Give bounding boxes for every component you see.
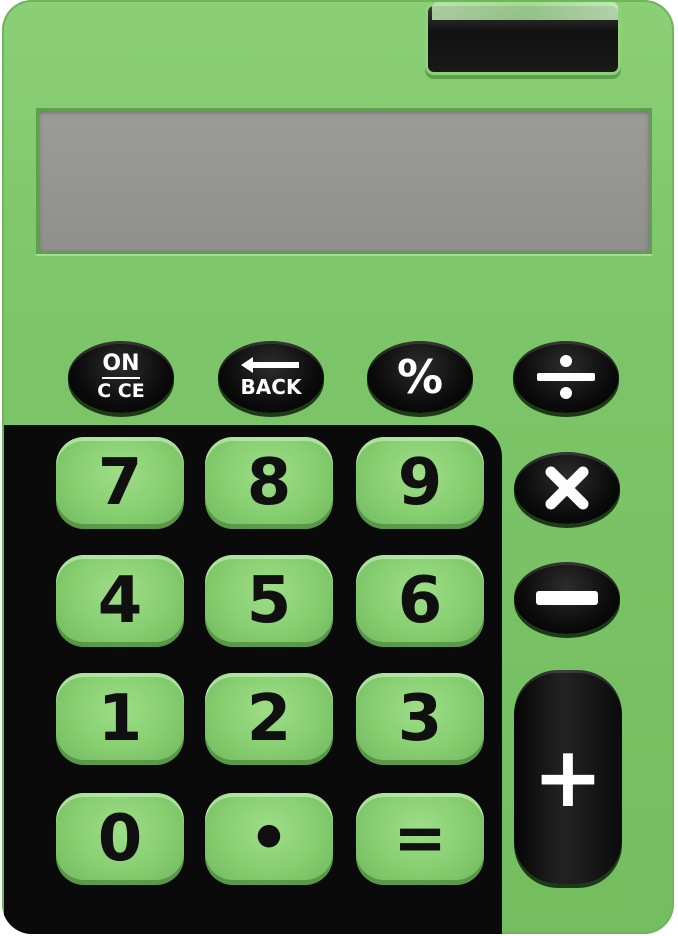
clear-label: C CE: [97, 380, 145, 402]
on-clear-button[interactable]: ON C CE: [68, 341, 174, 413]
plus-label: +: [532, 728, 604, 826]
on-label: ON: [102, 353, 140, 379]
digit-8-button[interactable]: 8: [205, 437, 333, 529]
digit-7-button[interactable]: 7: [56, 437, 184, 529]
decimal-point-button[interactable]: •: [205, 793, 333, 885]
digit-2-button[interactable]: 2: [205, 673, 333, 765]
left-arrow-icon: [241, 357, 299, 373]
digit-label: 3: [397, 682, 443, 756]
digit-4-button[interactable]: 4: [56, 555, 184, 647]
digit-3-button[interactable]: 3: [356, 673, 484, 765]
divide-button[interactable]: [513, 341, 619, 413]
digit-9-button[interactable]: 9: [356, 437, 484, 529]
digit-label: 4: [97, 564, 143, 638]
digit-5-button[interactable]: 5: [205, 555, 333, 647]
digit-label: 9: [397, 446, 443, 520]
display-screen: [36, 108, 652, 254]
digit-label: 8: [246, 446, 292, 520]
equals-label: =: [393, 802, 447, 876]
equals-button[interactable]: =: [356, 793, 484, 885]
digit-label: 5: [246, 564, 292, 638]
decimal-label: •: [248, 802, 290, 876]
plus-button[interactable]: +: [514, 670, 622, 884]
digit-label: 6: [397, 564, 443, 638]
digit-label: 2: [246, 682, 292, 756]
digit-label: 0: [97, 802, 143, 876]
multiply-button[interactable]: [514, 452, 620, 524]
back-button[interactable]: BACK: [218, 341, 324, 413]
back-label: BACK: [240, 375, 302, 399]
digit-0-button[interactable]: 0: [56, 793, 184, 885]
minus-button[interactable]: [514, 562, 620, 634]
minus-icon: [536, 591, 598, 605]
digit-1-button[interactable]: 1: [56, 673, 184, 765]
solar-panel-highlight: [432, 2, 618, 20]
percent-button[interactable]: %: [367, 341, 473, 413]
percent-label: %: [396, 350, 444, 404]
multiply-icon: [545, 466, 589, 510]
divide-icon: [537, 355, 595, 399]
digit-label: 7: [97, 446, 143, 520]
digit-label: 1: [97, 682, 143, 756]
digit-6-button[interactable]: 6: [356, 555, 484, 647]
